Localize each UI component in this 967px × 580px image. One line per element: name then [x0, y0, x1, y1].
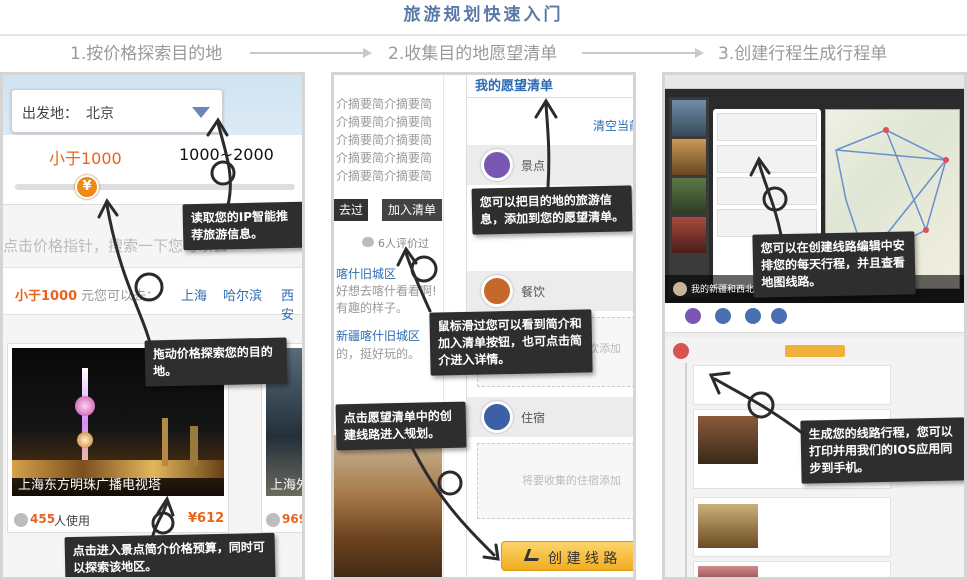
tab-icon[interactable]: [685, 308, 701, 324]
callout-hover-summary: 鼠标滑过您可以看到简介和加入清单按钮，也可点击简介进入详情。: [429, 309, 593, 376]
scenic-icon: [481, 149, 513, 181]
city-link-xian[interactable]: 西安: [281, 285, 302, 323]
hotel-icon: [481, 401, 513, 433]
route-icon: [523, 549, 543, 561]
callout-drag-price: 拖动价格探索您的目的地。: [144, 337, 288, 387]
category-food[interactable]: 餐饮: [467, 271, 633, 311]
print-button[interactable]: [785, 345, 845, 357]
price-slider-track[interactable]: [15, 184, 295, 190]
wish-item-title[interactable]: 新疆喀什旧城区: [336, 327, 420, 344]
card-price: ¥612: [188, 511, 225, 526]
price-result-row: 小于1000 元您可以去： 上海 哈尔滨 西安: [3, 267, 302, 323]
callout-click-card: 点击进入景点简介价格预算，同时可以探索该地区。: [64, 532, 276, 577]
user-icon: [14, 513, 28, 527]
clear-list-link[interactable]: 清空当前: [593, 117, 633, 134]
origin-value: 北京: [86, 106, 114, 122]
dropzone-text: 将要收集的住宿添加: [522, 474, 621, 487]
wish-item-desc: 好想去喀什看看啊!有趣的样子。: [336, 284, 437, 315]
wish-item-desc: 的，挺好玩的。: [336, 347, 421, 361]
price-result-suffix: 元您可以去：: [81, 289, 160, 304]
card-title: 上海东方明珠广播电视塔: [18, 478, 162, 493]
price-result-prefix: 小于1000: [15, 289, 78, 304]
summary-text[interactable]: 介摘要简介摘要简介摘要简介摘要简介摘要简介摘要简介摘要简介摘要简介摘要简介摘要简: [336, 95, 440, 191]
day-badge: [673, 343, 689, 359]
header-divider: [0, 34, 967, 36]
card-user-count: 969: [282, 512, 305, 526]
step-1-label: 1.按价格探索目的地: [70, 44, 223, 64]
category-label: 餐饮: [521, 285, 546, 299]
card-user-count: 455: [30, 512, 56, 526]
add-to-list-button[interactable]: 加入清单: [382, 199, 442, 221]
review-count: 6人评价过: [378, 237, 429, 250]
category-label: 住宿: [521, 411, 546, 425]
step-arrow-icon: [250, 48, 372, 58]
category-label: 景点: [521, 159, 546, 173]
callout-add-wishlist: 您可以把目的地的旅游信息，添加到您的愿望清单。: [471, 185, 633, 235]
landscape-image: [334, 435, 442, 577]
page-title: 旅游规划快速入门: [403, 5, 564, 25]
category-hotel[interactable]: 住宿: [467, 397, 633, 437]
card-user-suffix: 人使用: [54, 514, 91, 528]
callout-edit-route: 您可以在创建线路编辑中安排您的每天行程，并且查看地图线路。: [752, 231, 916, 298]
photo-column: [669, 97, 709, 297]
price-range-box: 小于1000 1000~2000 ¥: [3, 135, 302, 205]
hotel-dropzone[interactable]: 将要收集的住宿添加: [477, 443, 633, 519]
itinerary-tabs: [665, 303, 964, 333]
itinerary-entry[interactable]: [693, 561, 891, 577]
create-route-button[interactable]: 创 建 线 路: [501, 541, 633, 571]
tab-icon[interactable]: [715, 308, 731, 324]
origin-label: 出发地：: [22, 106, 78, 122]
itinerary-entry[interactable]: [693, 365, 891, 405]
city-link-shanghai[interactable]: 上海: [181, 285, 207, 304]
comment-icon: [362, 237, 374, 247]
panel-wishlist: 介摘要简介摘要简介摘要简介摘要简介摘要简介摘要简介摘要简介摘要简介摘要简介摘要简…: [331, 72, 636, 580]
panel-itinerary: 我的新疆和西北之旅 您可以在创建线路编辑中安排您的每天行程，并且查看地图线路。 …: [662, 72, 967, 580]
step-3-label: 3.创建行程生成行程单: [718, 44, 888, 64]
price-option-mid[interactable]: 1000~2000: [179, 145, 274, 164]
callout-print-sync: 生成您的线路行程，您可以打印并用我们的IOS应用同步到手机。: [800, 417, 964, 484]
dropzone-text: 欢添加: [588, 342, 621, 355]
city-link-harbin[interactable]: 哈尔滨: [223, 285, 262, 304]
callout-ip-recommend: 读取您的IP智能推荐旅游信息。: [182, 201, 302, 251]
itinerary-entry[interactable]: [693, 497, 891, 557]
avatar: [673, 282, 687, 296]
create-route-label: 创 建 线 路: [548, 551, 618, 567]
step-arrow-icon: [582, 48, 704, 58]
callout-create-route: 点击愿望清单中的创建线路进入规划。: [335, 401, 467, 451]
step-2-label: 2.收集目的地愿望清单: [388, 44, 558, 64]
tab-icon[interactable]: [771, 308, 787, 324]
chevron-down-icon[interactable]: [192, 107, 210, 118]
category-scenic[interactable]: 景点: [467, 145, 633, 185]
wish-item-title[interactable]: 喀什旧城区: [336, 265, 396, 282]
price-slider-handle[interactable]: ¥: [75, 175, 99, 199]
visited-button[interactable]: 去过: [334, 199, 368, 221]
destination-list: 介摘要简介摘要简介摘要简介摘要简介摘要简介摘要简介摘要简介摘要简介摘要简介摘要简…: [334, 75, 444, 577]
food-icon: [481, 275, 513, 307]
price-option-low[interactable]: 小于1000: [49, 145, 122, 169]
origin-select[interactable]: 出发地： 北京: [11, 89, 223, 133]
user-icon: [266, 513, 280, 527]
wishlist-title: 我的愿望清单: [475, 79, 554, 94]
panel-price-explore: 出发地： 北京 小于1000 1000~2000 ¥ 点击价格指针，搜索一下您可…: [0, 72, 305, 580]
card-title: 上海外: [270, 478, 302, 493]
tab-icon[interactable]: [745, 308, 761, 324]
app-titlebar: [665, 75, 964, 89]
